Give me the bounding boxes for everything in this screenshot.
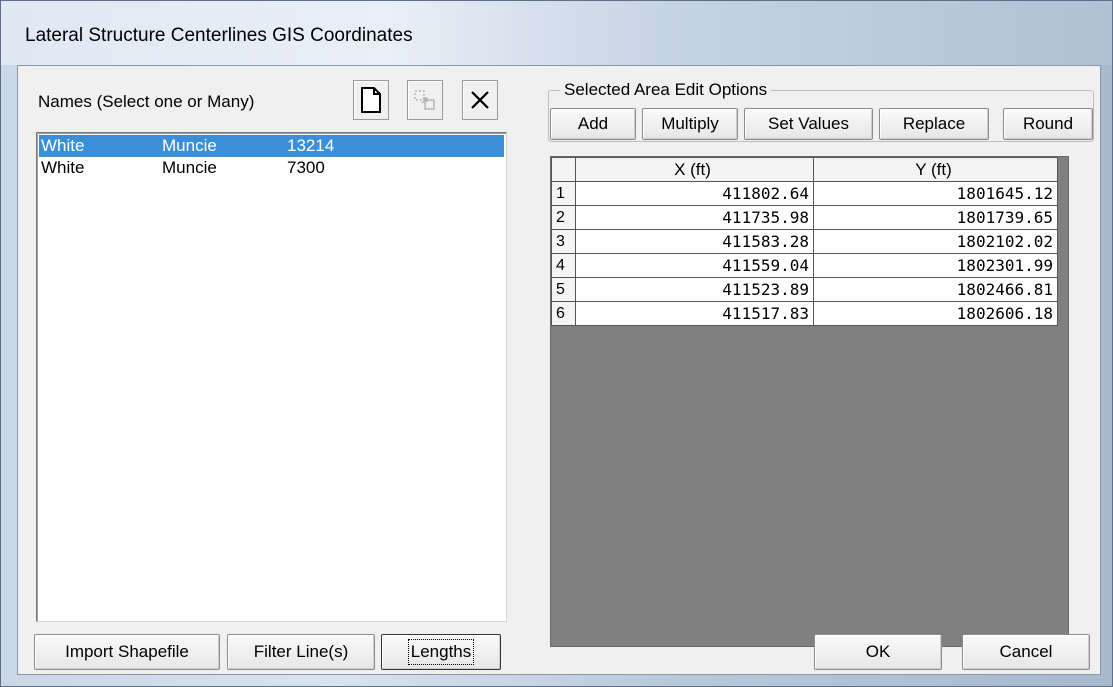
table-row: 1 411802.64 1801645.12 (551, 181, 1058, 206)
row-number[interactable]: 4 (551, 253, 576, 278)
round-button[interactable]: Round (1003, 108, 1093, 140)
reach-name: Muncie (162, 158, 217, 177)
x-cell[interactable]: 411517.83 (575, 301, 814, 326)
names-listbox[interactable]: White Muncie 13214 White Muncie 7300 (36, 132, 507, 622)
coordinates-grid[interactable]: X (ft) Y (ft) 1 411802.64 1801645.12 2 4… (550, 156, 1069, 647)
delete-x-icon (471, 91, 489, 109)
x-cell[interactable]: 411802.64 (575, 181, 814, 206)
multiply-button[interactable]: Multiply (642, 108, 738, 140)
dialog-client-area: Names (Select one or Many) White Muncie … (17, 65, 1101, 675)
filter-lines-button[interactable]: Filter Line(s) (227, 634, 375, 670)
row-number[interactable]: 6 (551, 301, 576, 326)
replace-button-label: Replace (902, 114, 966, 133)
grid-header-row: X (ft) Y (ft) (551, 157, 1058, 182)
ok-label: OK (865, 642, 891, 661)
dialog-window: Lateral Structure Centerlines GIS Coordi… (0, 0, 1113, 687)
import-shapefile-label: Import Shapefile (65, 642, 189, 661)
set-values-button-label: Set Values (768, 114, 849, 133)
cancel-button[interactable]: Cancel (962, 634, 1090, 670)
set-values-button[interactable]: Set Values (744, 108, 873, 140)
coordinates-table: X (ft) Y (ft) 1 411802.64 1801645.12 2 4… (551, 157, 1058, 326)
copy-name-button[interactable] (407, 80, 443, 120)
ok-button[interactable]: OK (814, 634, 942, 670)
delete-name-button[interactable] (462, 80, 498, 120)
new-document-icon (361, 87, 381, 113)
reach-name: Muncie (162, 136, 217, 155)
table-row: 4 411559.04 1802301.99 (551, 253, 1058, 278)
x-column-header[interactable]: X (ft) (575, 157, 814, 182)
multiply-button-label: Multiply (661, 114, 719, 133)
list-item[interactable]: White Muncie 13214 (39, 135, 504, 157)
lengths-label: Lengths (407, 639, 475, 665)
list-item[interactable]: White Muncie 7300 (39, 157, 504, 179)
new-name-button[interactable] (353, 80, 389, 120)
y-cell[interactable]: 1802301.99 (813, 253, 1058, 278)
y-column-header[interactable]: Y (ft) (813, 157, 1058, 182)
table-row: 6 411517.83 1802606.18 (551, 301, 1058, 326)
table-row: 3 411583.28 1802102.02 (551, 229, 1058, 254)
station-value: 7300 (287, 158, 325, 177)
y-cell[interactable]: 1802606.18 (813, 301, 1058, 326)
edit-options-label: Selected Area Edit Options (560, 80, 772, 100)
row-number[interactable]: 3 (551, 229, 576, 254)
x-cell[interactable]: 411583.28 (575, 229, 814, 254)
names-label: Names (Select one or Many) (38, 92, 255, 111)
table-row: 2 411735.98 1801739.65 (551, 205, 1058, 230)
y-cell[interactable]: 1802102.02 (813, 229, 1058, 254)
title-bar[interactable]: Lateral Structure Centerlines GIS Coordi… (1, 1, 1112, 65)
import-shapefile-button[interactable]: Import Shapefile (34, 634, 220, 670)
cancel-label: Cancel (999, 642, 1053, 661)
round-button-label: Round (1022, 114, 1074, 133)
river-name: White (41, 136, 85, 155)
row-number-header (551, 157, 576, 182)
filter-lines-label: Filter Line(s) (253, 642, 349, 661)
river-name: White (41, 158, 85, 177)
table-row: 5 411523.89 1802466.81 (551, 277, 1058, 302)
row-number[interactable]: 1 (551, 181, 576, 206)
station-value: 13214 (287, 136, 335, 155)
row-number[interactable]: 2 (551, 205, 576, 230)
y-cell[interactable]: 1801645.12 (813, 181, 1058, 206)
y-cell[interactable]: 1801739.65 (813, 205, 1058, 230)
add-button-label: Add (577, 114, 609, 133)
row-number[interactable]: 5 (551, 277, 576, 302)
replace-button[interactable]: Replace (879, 108, 989, 140)
add-button[interactable]: Add (550, 108, 636, 140)
copy-disabled-icon (414, 90, 435, 110)
window-title: Lateral Structure Centerlines GIS Coordi… (25, 25, 413, 46)
x-cell[interactable]: 411735.98 (575, 205, 814, 230)
x-cell[interactable]: 411523.89 (575, 277, 814, 302)
y-cell[interactable]: 1802466.81 (813, 277, 1058, 302)
x-cell[interactable]: 411559.04 (575, 253, 814, 278)
lengths-button[interactable]: Lengths (381, 634, 501, 670)
